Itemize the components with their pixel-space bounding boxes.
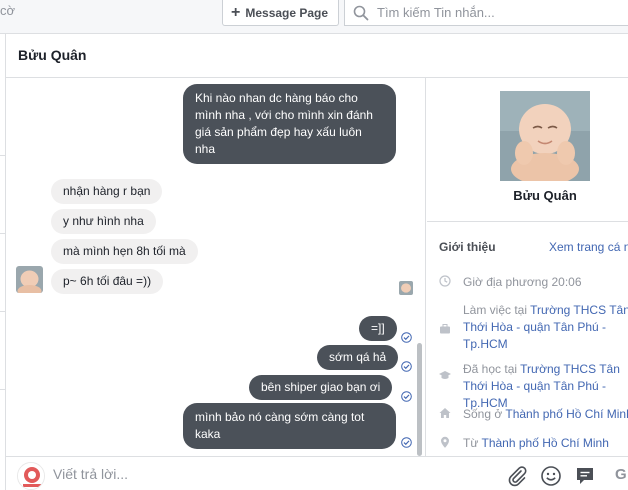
message-bubble-outgoing: mình bảo nó càng sớm càng tot kaka: [183, 403, 396, 449]
message-bubble-outgoing: Khi nào nhan dc hàng báo cho mình nha , …: [183, 84, 396, 164]
seen-check-icon: [401, 332, 412, 343]
work-prefix: Làm việc tại: [463, 303, 531, 317]
message-page-label: Message Page: [245, 5, 329, 20]
top-bar-truncated-text: cờ: [0, 3, 16, 18]
search-icon: [353, 5, 369, 20]
reply-input[interactable]: [53, 466, 413, 482]
search-messages-box[interactable]: [344, 0, 628, 26]
message-bubble-incoming: y như hình nha: [51, 209, 156, 234]
seen-check-icon: [401, 391, 412, 402]
message-scrollbar[interactable]: [417, 343, 422, 456]
lives-prefix: Sống ở: [463, 407, 506, 421]
from-place-link[interactable]: Thành phố Hồ Chí Minh: [481, 436, 608, 450]
seen-check-icon: [401, 361, 412, 372]
page-avatar: [17, 462, 45, 490]
location-pin-icon: [441, 436, 449, 448]
plus-icon: +: [231, 3, 241, 21]
emoji-smile-icon[interactable]: [540, 465, 562, 487]
seen-check-icon: [401, 437, 412, 448]
lives-place-link[interactable]: Thành phố Hồ Chí Minh: [505, 407, 628, 421]
message-bubble-outgoing: sớm qá hả: [317, 345, 399, 370]
message-bubble-incoming: nhận hàng r bạn: [51, 179, 163, 204]
from-prefix: Từ: [463, 436, 482, 450]
chat-header: Bửu Quân: [6, 34, 628, 78]
message-bubble-outgoing: =]]: [359, 316, 397, 341]
local-time-text: Giờ địa phương 20:06: [463, 275, 582, 289]
message-page-button[interactable]: + Message Page: [222, 0, 339, 26]
study-prefix: Đã học tại: [463, 362, 521, 376]
divider: [427, 221, 628, 222]
message-composer: G: [6, 456, 628, 490]
clock-icon: [439, 275, 451, 287]
attach-paperclip-icon[interactable]: [506, 465, 528, 487]
message-thread[interactable]: Khi nào nhan dc hàng báo cho mình nha , …: [6, 78, 426, 456]
intro-heading: Giới thiệu: [439, 240, 496, 254]
message-bubble-outgoing: bên shiper giao bạn ơi: [249, 375, 393, 400]
contact-avatar[interactable]: [16, 266, 43, 293]
message-bubble-incoming: mà mình hẹn 8h tối mà: [51, 239, 198, 264]
contact-name-title[interactable]: Bửu Quân: [18, 47, 86, 63]
top-bar: cờ + Message Page: [0, 0, 628, 34]
composer-trailing-letter[interactable]: G: [615, 466, 627, 483]
seen-by-avatar: [399, 281, 413, 295]
message-bubble-incoming: p~ 6h tối đâu =)): [51, 269, 164, 294]
contact-profile-name: Bửu Quân: [513, 188, 577, 203]
search-input[interactable]: [377, 5, 607, 20]
graduation-cap-icon: [439, 371, 451, 379]
contact-info-panel: Bửu Quân Giới thiệu Xem trang cá n Giờ đ…: [427, 78, 628, 456]
briefcase-icon: [440, 324, 450, 334]
home-icon: [439, 408, 451, 418]
contact-profile-picture[interactable]: [500, 91, 590, 181]
chat-bubble-icon[interactable]: [574, 465, 596, 487]
view-profile-link[interactable]: Xem trang cá n: [549, 240, 628, 254]
